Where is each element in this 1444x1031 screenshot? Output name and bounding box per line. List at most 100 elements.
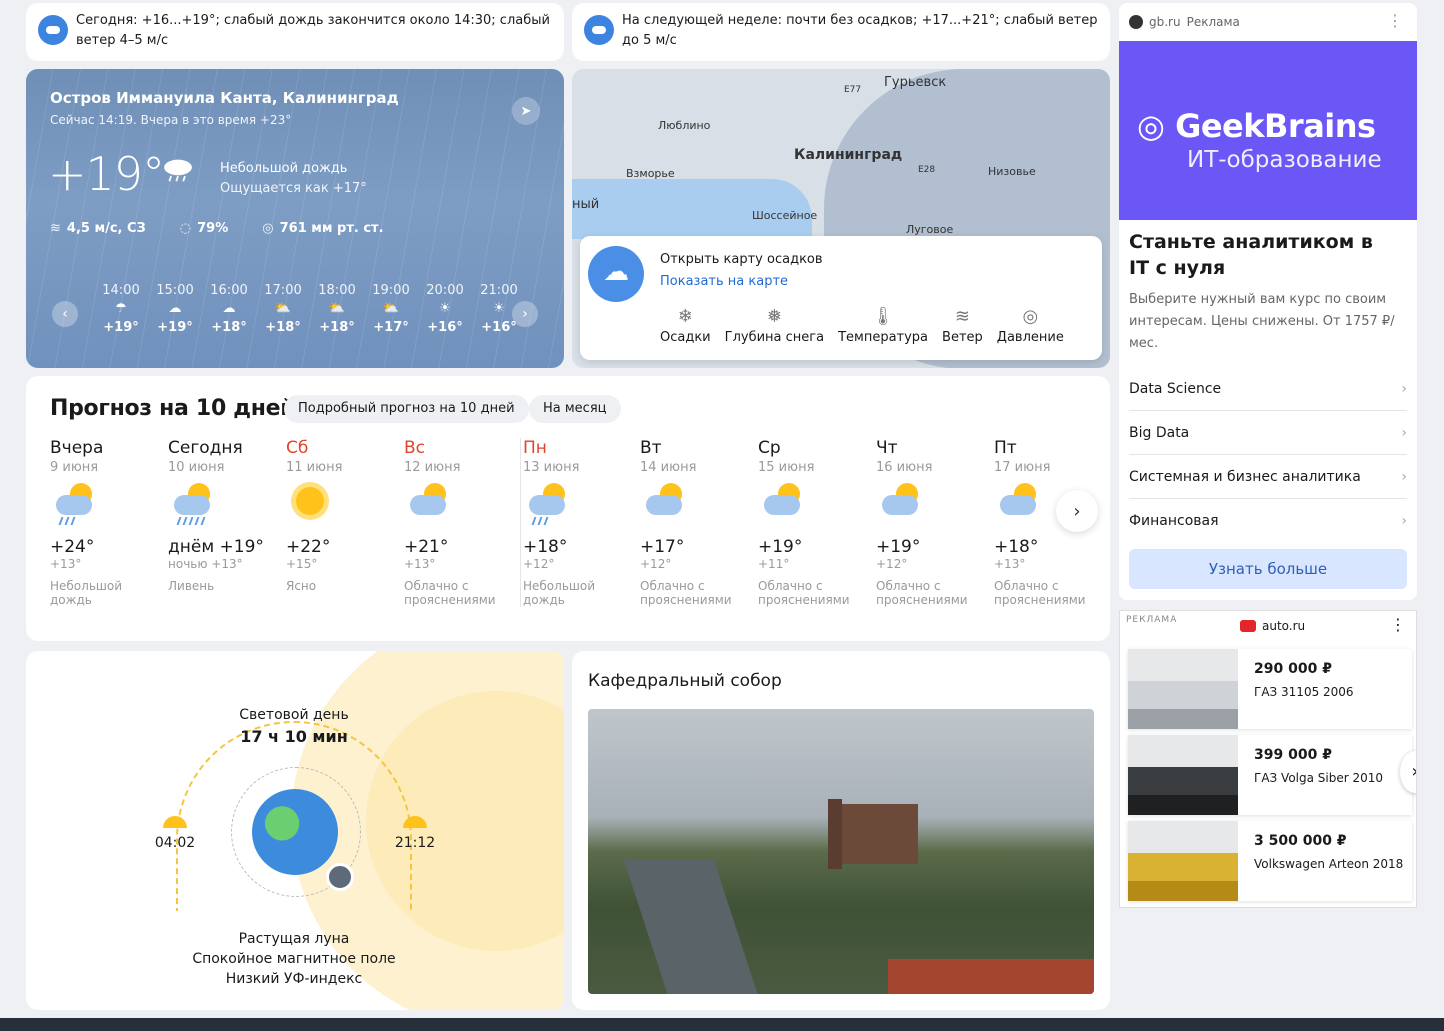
ad-link[interactable]: Системная и бизнес аналитика [1129, 455, 1407, 499]
hour-item: 14:00 ☂ +19° [94, 283, 148, 335]
day-high-temp: +17° [640, 537, 685, 557]
location-title[interactable]: Остров Иммануила Канта, Калининград [50, 89, 399, 107]
rain-cloud-icon [50, 475, 166, 533]
ad-source: auto.ru [1240, 619, 1305, 633]
sun-icon: ☀ [439, 301, 451, 316]
weather-params: ≋ 4,5 м/с, СЗ ◌ 79% ◎ 761 мм рт. ст. [50, 221, 384, 236]
day-date: 12 июня [404, 460, 461, 475]
partly-cloudy-icon: ⛅ [382, 301, 400, 316]
forecast-card: Прогноз на 10 дней Подробный прогноз на … [26, 376, 1110, 641]
partly-cloudy-icon [876, 475, 992, 533]
forecast-day[interactable]: Вт 14 июня +17° +12° Облачно с прояснени… [638, 438, 756, 607]
hour-time: 19:00 [372, 283, 410, 298]
forecast-next-button[interactable]: › [1056, 490, 1098, 532]
ad-link[interactable]: Data Science [1129, 367, 1407, 411]
hourly-next-button[interactable]: › [512, 301, 538, 327]
learn-more-button[interactable]: Узнать больше [1129, 549, 1407, 589]
ad-brand-sub: ИТ-образование [1187, 147, 1382, 173]
forecast-day[interactable]: Пн 13 июня +18° +12° Небольшой дождь [520, 438, 638, 607]
daylight-duration: 17 ч 10 мин [240, 727, 348, 746]
hourly-prev-button[interactable]: ‹ [52, 301, 78, 327]
car-listing[interactable]: 3 500 000 ₽ Volkswagen Arteon 2018 [1128, 821, 1412, 901]
map-layer-button[interactable]: ≋ Ветер [942, 306, 983, 345]
sunset-time: 21:12 [394, 835, 436, 851]
locate-button[interactable]: ➤ [512, 97, 540, 125]
precipitation-map[interactable]: Гурьевск E77 Люблино Калининград E28 Низ… [572, 69, 1110, 368]
hourly-forecast: 14:00 ☂ +19° 15:00 ☁ +19° 16:00 ☁ +18° 17:0… [94, 283, 526, 335]
forecast-day[interactable]: Ср 15 июня +19° +11° Облачно с прояснени… [756, 438, 874, 607]
forecast-day[interactable]: Вс 12 июня +21° +13° Облачно с прояснени… [402, 438, 520, 607]
day-date: 15 июня [758, 460, 815, 475]
ad-banner[interactable]: ◎ GeekBrains ИТ-образование [1119, 41, 1417, 220]
day-name: Сегодня [168, 438, 243, 458]
day-high-temp: +18° [994, 537, 1039, 557]
rain-cloud-icon [168, 475, 284, 533]
day-date: 14 июня [640, 460, 697, 475]
ad-label: Реклама [1186, 15, 1240, 29]
ad-brand: ◎ GeekBrains [1137, 107, 1376, 145]
wind-value: 4,5 м/с, СЗ [66, 221, 146, 236]
thermometer-icon: 🌡 [871, 306, 895, 327]
day-low-temp: +11° [758, 557, 790, 571]
car-photo [1128, 821, 1238, 901]
forecast-day[interactable]: Чт 16 июня +19° +12° Облачно с прояснени… [874, 438, 992, 607]
day-high-temp: +24° [50, 537, 95, 557]
wind-icon: ≋ [954, 306, 970, 327]
hour-time: 17:00 [264, 283, 302, 298]
map-layer-button[interactable]: ❄ Осадки [660, 306, 711, 345]
pressure-param: ◎ 761 мм рт. ст. [262, 221, 383, 236]
ad-geekbrains[interactable]: gb.ru Реклама ⋮ ◎ GeekBrains ИТ-образова… [1119, 3, 1417, 600]
ad-link[interactable]: Финансовая [1129, 499, 1407, 543]
notice-next-week[interactable]: На следующей неделе: почти без осадков; … [572, 3, 1110, 61]
ad-link[interactable]: Big Data [1129, 411, 1407, 455]
condition-text: Небольшой дождь [220, 161, 348, 176]
detailed-forecast-button[interactable]: Подробный прогноз на 10 дней [284, 395, 529, 423]
day-condition: Небольшой дождь [50, 579, 123, 607]
ad-source-domain: auto.ru [1262, 619, 1306, 633]
ad-description: Выберите нужный вам курс по своим интере… [1129, 292, 1395, 351]
day-name: Пн [523, 438, 547, 458]
forecast-day[interactable]: Сб 11 июня +22° +15° Ясно [284, 438, 402, 607]
webcam-photo[interactable] [588, 709, 1094, 994]
ad-headline[interactable]: Станьте аналитиком в IT с нуля [1129, 229, 1399, 281]
map-layer-label: Глубина снега [724, 330, 825, 345]
ad-label: РЕКЛАМА [1126, 615, 1178, 625]
car-model: ГАЗ Volga Siber 2010 [1254, 771, 1384, 785]
car-listing[interactable]: 399 000 ₽ ГАЗ Volga Siber 2010 [1128, 735, 1412, 815]
car-price: 3 500 000 ₽ [1254, 833, 1347, 849]
day-low-temp: ночью +13° [168, 557, 243, 571]
day-high-temp: +21° [404, 537, 449, 557]
show-on-map-link[interactable]: Показать на карте [660, 274, 788, 289]
open-map-text[interactable]: Открыть карту осадков [660, 252, 823, 267]
day-low-temp: +15° [286, 557, 318, 571]
map-label-kaliningrad: Калининград [794, 147, 903, 163]
hour-temp: +16° [427, 320, 463, 335]
day-name: Сб [286, 438, 309, 458]
map-label-e28: E28 [918, 165, 936, 175]
map-layer-button[interactable]: 🌡 Температура [838, 306, 928, 345]
hour-time: 16:00 [210, 283, 248, 298]
map-layer-button[interactable]: ◎ Давление [997, 306, 1064, 345]
map-label-vzmorye: Взморье [626, 167, 675, 180]
hour-temp: +18° [319, 320, 355, 335]
chevron-right-icon: › [1411, 761, 1416, 782]
map-layer-button[interactable]: ❅ Глубина снега [725, 306, 824, 345]
forecast-day[interactable]: Сегодня 10 июня днём +19° ночью +13° Лив… [166, 438, 284, 607]
partly-cloudy-icon [758, 475, 874, 533]
car-price: 399 000 ₽ [1254, 747, 1332, 763]
uv-index: Низкий УФ-индекс [225, 971, 363, 987]
partly-cloudy-icon: ⛅ [328, 301, 346, 316]
car-listing[interactable]: 290 000 ₽ ГАЗ 31105 2006 [1128, 649, 1412, 729]
day-high-temp: +19° [876, 537, 921, 557]
day-date: 17 июня [994, 460, 1051, 475]
day-name: Пт [994, 438, 1017, 458]
more-icon[interactable]: ⋮ [1390, 615, 1406, 634]
wind-param: ≋ 4,5 м/с, СЗ [50, 221, 146, 236]
notice-today[interactable]: Сегодня: +16...+19°; слабый дождь законч… [26, 3, 564, 61]
month-forecast-button[interactable]: На месяц [529, 395, 621, 423]
more-icon[interactable]: ⋮ [1387, 11, 1403, 30]
auto-logo-icon [1240, 620, 1256, 632]
forecast-day[interactable]: Вчера 9 июня +24° +13° Небольшой дождь [48, 438, 166, 607]
map-label-lugovoe: Луговое [906, 223, 954, 236]
navigation-arrow-icon: ➤ [520, 103, 532, 119]
